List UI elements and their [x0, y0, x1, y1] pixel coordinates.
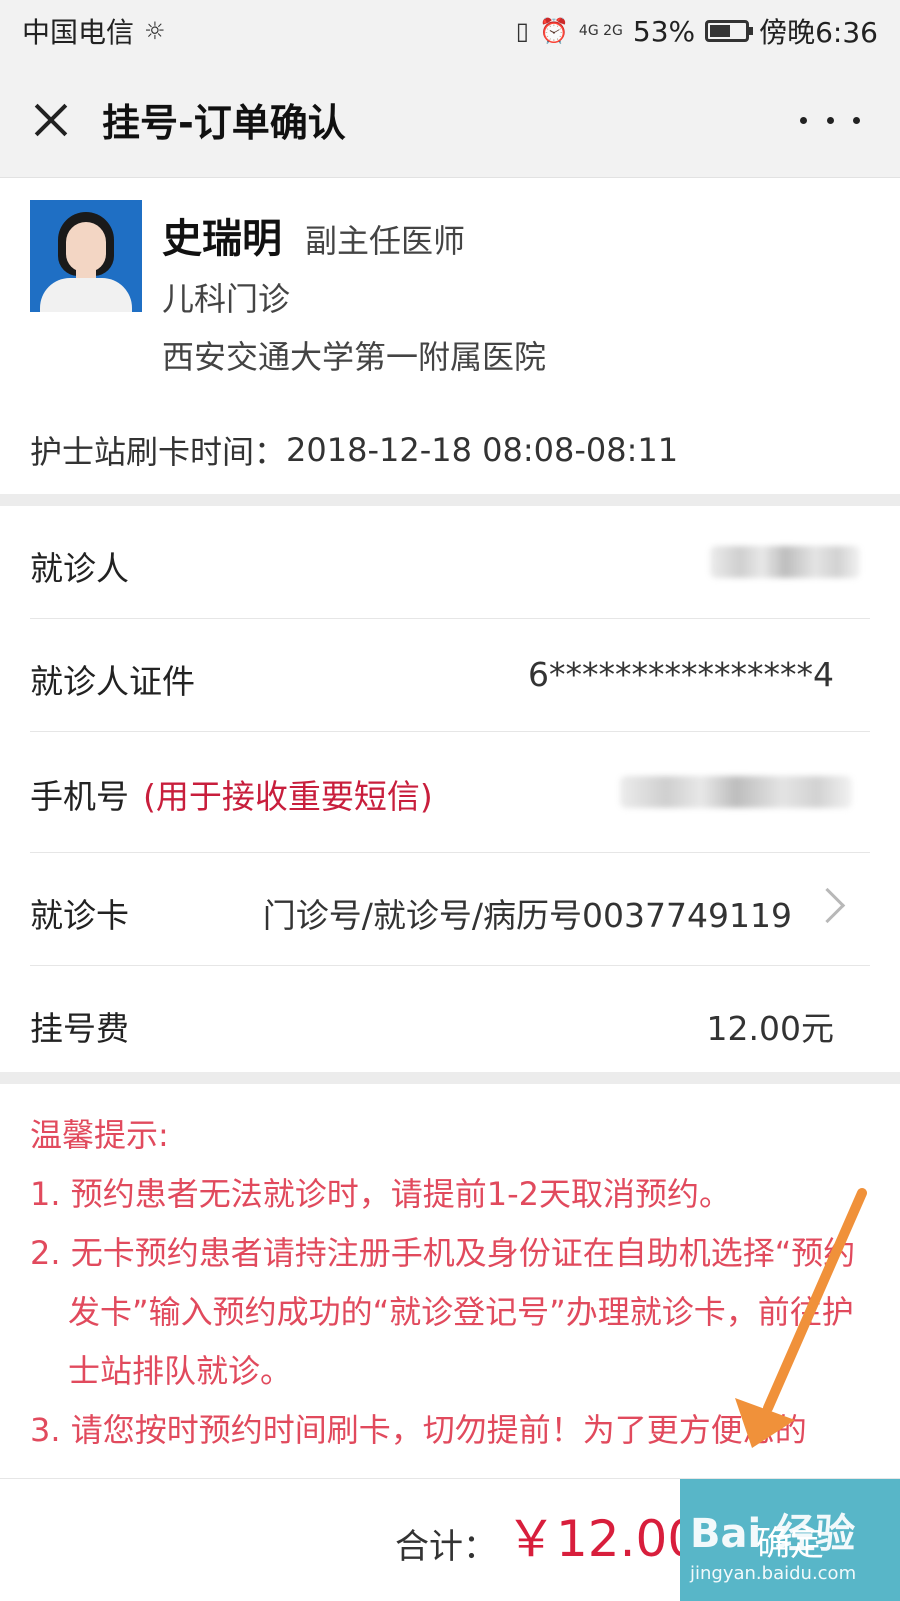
doctor-name: 史瑞明 [162, 216, 282, 262]
section-divider [0, 494, 900, 506]
card-label: 就诊卡 [30, 896, 129, 935]
battery-icon [705, 20, 754, 42]
phone-row[interactable]: 手机号 (用于接收重要短信) [30, 732, 870, 853]
tip-item: 3. 请您按时预约时间刷卡，切勿提前！为了更方便您的 [30, 1411, 807, 1449]
close-icon[interactable] [22, 90, 82, 150]
doctor-title: 副主任医师 [305, 222, 466, 260]
battery-percent: 53% [632, 14, 696, 48]
patient-label: 就诊人 [30, 549, 129, 588]
phone-label: 手机号 (用于接收重要短信) [30, 777, 433, 816]
id-label: 就诊人证件 [30, 662, 195, 701]
tip-item: 2. 无卡预约患者请持注册手机及身份证在自助机选择“预约发卡”输入预约成功的“就… [30, 1234, 856, 1390]
patient-name-redacted [710, 546, 860, 578]
appointment-time-row: 护士站刷卡时间： 2018-12-18 08:08-08:11 [0, 406, 900, 494]
section-divider [0, 1072, 900, 1084]
signal-icon: 4G 2G [578, 23, 623, 39]
fee-label: 挂号费 [30, 1009, 129, 1048]
status-bar: 中国电信 ☼ ▯ ⏰ 4G 2G 53% 傍晚6:36 [0, 0, 900, 62]
appointment-time-value: 2018-12-18 08:08-08:11 [286, 431, 679, 469]
patient-row[interactable]: 就诊人 [30, 506, 870, 619]
more-icon[interactable] [800, 102, 860, 138]
doctor-department: 儿科门诊 [162, 280, 291, 318]
baidu-watermark: Bai 经验 [690, 1511, 856, 1557]
order-form: 就诊人 就诊人证件 6****************4 手机号 (用于接收重要短… [0, 506, 900, 1079]
card-value: 门诊号/就诊号/病历号0037749119 [262, 896, 792, 935]
doctor-avatar [30, 200, 142, 312]
alarm-icon: ⏰ [539, 17, 569, 45]
chevron-right-icon[interactable] [809, 887, 846, 924]
tip-item: 1. 预约患者无法就诊时，请提前1-2天取消预约。 [30, 1175, 731, 1213]
appointment-time-label: 护士站刷卡时间： [30, 433, 287, 471]
clock: 傍晚6:36 [759, 16, 878, 49]
tips-title: 温馨提示: [30, 1116, 169, 1154]
total-amount: ￥12.00 [506, 1510, 700, 1568]
bottom-bar: 合计： ￥12.00 确定 Bai 经验 jingyan.baidu.com [0, 1478, 900, 1601]
fee-value: 12.00元 [706, 1009, 834, 1048]
total-label: 合计： [395, 1527, 497, 1567]
carrier-label: 中国电信 [22, 16, 135, 49]
weather-icon: ☼ [144, 17, 166, 45]
status-bar-left: 中国电信 ☼ [22, 11, 166, 51]
card-row[interactable]: 就诊卡 门诊号/就诊号/病历号0037749119 [30, 853, 870, 966]
fee-row: 挂号费 12.00元 [30, 966, 870, 1079]
status-bar-right: ▯ ⏰ 4G 2G 53% 傍晚6:36 [516, 11, 878, 51]
phone-hint: (用于接收重要短信) [143, 777, 433, 816]
nav-bar: 挂号-订单确认 [0, 62, 900, 178]
doctor-hospital: 西安交通大学第一附属医院 [162, 338, 547, 376]
baidu-watermark-url: jingyan.baidu.com [690, 1563, 857, 1584]
id-value: 6****************4 [528, 655, 834, 694]
tips-panel: 温馨提示: 1. 预约患者无法就诊时，请提前1-2天取消预约。 2. 无卡预约患… [0, 1098, 900, 1478]
page-title: 挂号-订单确认 [102, 101, 346, 145]
id-row: 就诊人证件 6****************4 [30, 619, 870, 732]
vibrate-icon: ▯ [515, 17, 530, 45]
doctor-card: 史瑞明 副主任医师 儿科门诊 西安交通大学第一附属医院 [0, 178, 900, 407]
phone-number-redacted [620, 776, 852, 808]
